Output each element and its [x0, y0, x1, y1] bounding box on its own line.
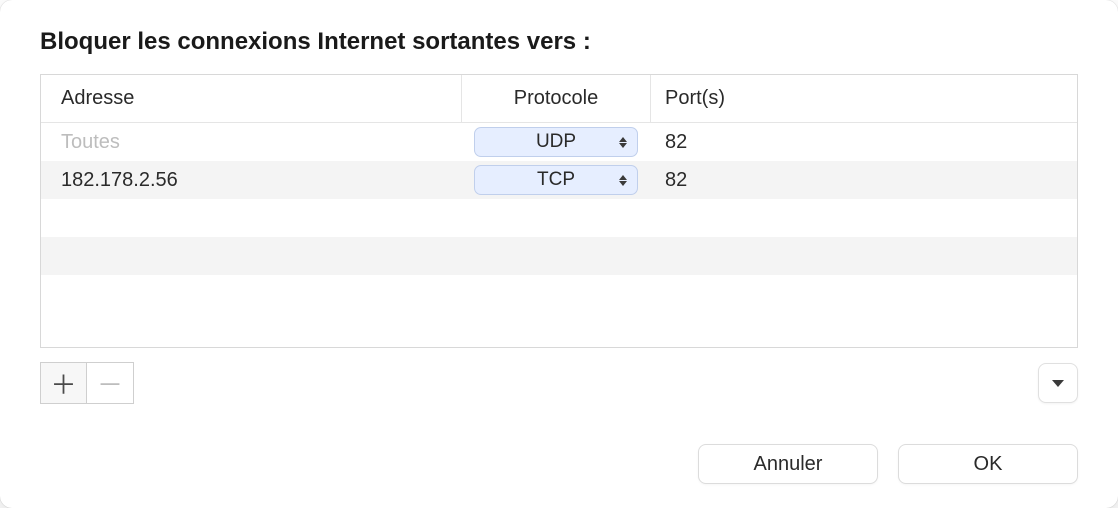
column-header-protocol[interactable]: Protocole: [461, 75, 651, 122]
ok-button[interactable]: OK: [898, 444, 1078, 484]
table-row-empty: [41, 237, 1077, 275]
table-toolbar: ＋ －: [40, 362, 1078, 404]
protocol-cell: TCP: [461, 161, 651, 199]
dialog-window: Bloquer les connexions Internet sortante…: [0, 0, 1118, 508]
updown-arrows-icon: [619, 137, 627, 148]
add-remove-group: ＋ －: [40, 362, 134, 404]
ports-cell[interactable]: 82: [651, 123, 1077, 161]
plus-icon: ＋: [50, 365, 76, 402]
protocol-select[interactable]: TCP: [474, 165, 638, 195]
column-header-address[interactable]: Adresse: [41, 75, 461, 122]
column-header-ports[interactable]: Port(s): [651, 75, 1077, 122]
address-cell[interactable]: Toutes: [41, 123, 461, 161]
table-header: Adresse Protocole Port(s): [41, 75, 1077, 123]
table-body: Toutes UDP 82 182.178.2.56 TCP 82: [41, 123, 1077, 347]
chevron-down-icon: [1052, 380, 1064, 387]
remove-row-button[interactable]: －: [87, 363, 133, 403]
protocol-select-value: TCP: [537, 169, 575, 191]
add-row-button[interactable]: ＋: [41, 363, 87, 403]
options-dropdown-button[interactable]: [1038, 363, 1078, 403]
protocol-select-value: UDP: [536, 131, 576, 153]
protocol-select[interactable]: UDP: [474, 127, 638, 157]
table-row-empty: [41, 199, 1077, 237]
table-row[interactable]: 182.178.2.56 TCP 82: [41, 161, 1077, 199]
protocol-cell: UDP: [461, 123, 651, 161]
dialog-footer: Annuler OK: [40, 444, 1078, 484]
address-cell[interactable]: 182.178.2.56: [41, 161, 461, 199]
ports-cell[interactable]: 82: [651, 161, 1077, 199]
dialog-title: Bloquer les connexions Internet sortante…: [40, 28, 1078, 56]
rules-table: Adresse Protocole Port(s) ToutesUDP82182…: [40, 74, 1078, 348]
updown-arrows-icon: [619, 175, 627, 186]
cancel-button[interactable]: Annuler: [698, 444, 878, 484]
minus-icon: －: [97, 365, 123, 402]
table-row-empty: [41, 275, 1077, 313]
table-row[interactable]: Toutes UDP 82: [41, 123, 1077, 161]
